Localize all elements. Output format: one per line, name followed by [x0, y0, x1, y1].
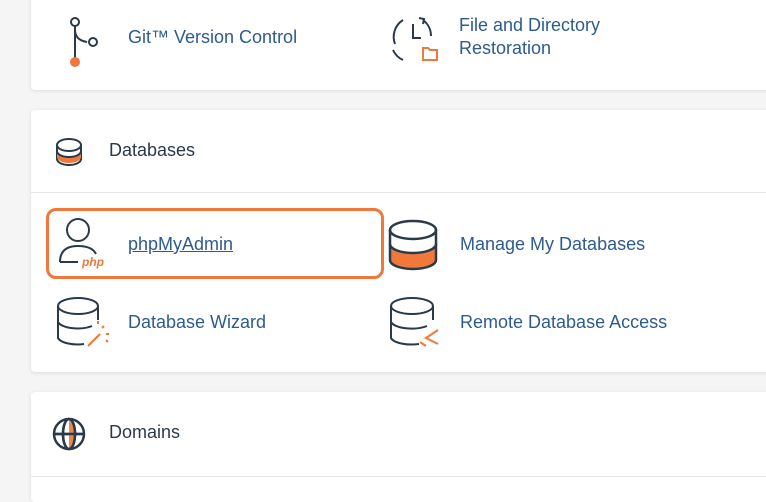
remote-database-access-link[interactable]: Remote Database Access [386, 292, 746, 354]
databases-title: Databases [109, 140, 196, 160]
git-version-control-link[interactable]: Git™ Version Control [61, 10, 381, 70]
restoration-label-line1: File and Directory [459, 15, 601, 35]
restoration-label-line2: Restoration [459, 38, 552, 58]
remote-database-access-label: Remote Database Access [460, 312, 668, 332]
phpmyadmin-link[interactable]: php phpMyAdmin [54, 212, 374, 274]
phpmyadmin-label: phpMyAdmin [128, 234, 234, 254]
tools-panel: Git™ Version Control File and Directory … [31, 0, 766, 90]
restore-clock-icon [392, 17, 438, 61]
manage-my-databases-label: Manage My Databases [460, 234, 646, 254]
phpmyadmin-icon: php [59, 218, 104, 269]
database-wizard-link[interactable]: Database Wizard [54, 292, 374, 354]
remote-database-icon [390, 297, 439, 347]
globe-icon [52, 417, 86, 451]
manage-my-databases-link[interactable]: Manage My Databases [386, 212, 746, 274]
domains-panel: Domains [31, 392, 766, 502]
git-version-control-label: Git™ Version Control [128, 27, 298, 47]
domains-title: Domains [109, 422, 181, 442]
file-directory-restoration-link[interactable]: File and Directory Restoration [383, 4, 723, 70]
databases-header[interactable]: Databases [31, 110, 766, 193]
database-wizard-label: Database Wizard [128, 312, 267, 332]
php-badge: php [81, 255, 104, 269]
domains-header[interactable]: Domains [31, 392, 766, 477]
database-icon [388, 219, 438, 271]
file-directory-restoration-label: File and Directory Restoration [459, 14, 600, 60]
git-branch-icon [70, 17, 98, 67]
database-header-icon [56, 138, 82, 166]
database-wizard-icon [57, 297, 109, 347]
